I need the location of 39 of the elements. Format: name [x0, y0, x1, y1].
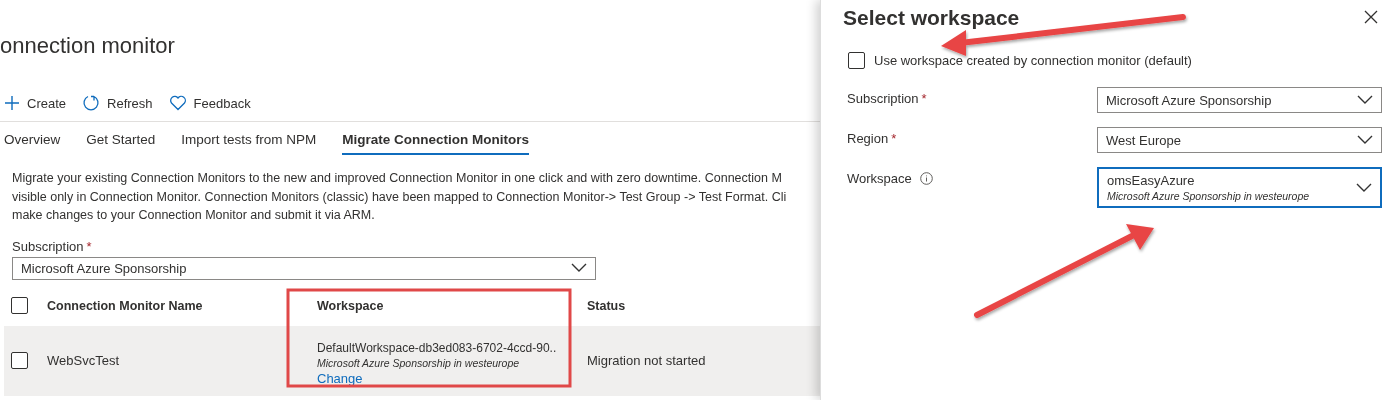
select-all-checkbox[interactable] [11, 297, 28, 314]
field-label: Region * [847, 131, 897, 146]
field-label: Subscription * [12, 238, 92, 254]
refresh-icon [82, 94, 101, 112]
column-header: Status [587, 299, 626, 313]
dropdown[interactable]: Microsoft Azure Sponsorship [1097, 87, 1382, 113]
change-link[interactable]: Change [317, 371, 363, 386]
description-line: make changes to your Connection Monitor and submit it via ARM. [12, 207, 375, 224]
field-label: Subscription * [847, 91, 927, 106]
field-label: Workspace [847, 171, 912, 186]
tab[interactable]: Import tests from NPM [181, 128, 317, 155]
toolbar-button[interactable]: Refresh [82, 94, 153, 112]
dropdown[interactable]: omsEasyAzure Microsoft Azure Sponsorship in westeurope [1097, 167, 1382, 208]
plus-icon [4, 95, 20, 111]
workspace-detail: Microsoft Azure Sponsorship in westeurope [317, 357, 520, 369]
tab[interactable]: Get Started [86, 128, 156, 155]
table-cell: WebSvcTest [47, 353, 119, 368]
description-line: Migrate your existing Connection Monitors to the new and improved Connection Monitor in one click and with zero downtime. Connection M [12, 170, 782, 187]
subscription-dropdown[interactable]: Microsoft Azure Sponsorship [12, 256, 596, 280]
chevron-down-icon [1357, 135, 1373, 145]
tab[interactable]: Migrate Connection Monitors [342, 128, 530, 155]
chevron-down-icon [1357, 95, 1373, 105]
checkbox-label: Use workspace created by connection monitor (default) [874, 53, 1192, 68]
heart-icon [168, 95, 187, 111]
tab[interactable]: Overview [4, 128, 61, 155]
table-cell: Migration not started [587, 353, 706, 368]
column-header: Connection Monitor Name [47, 299, 203, 313]
page-title: onnection monitor [0, 33, 175, 59]
dropdown[interactable]: West Europe [1097, 127, 1382, 153]
row-checkbox[interactable] [11, 352, 28, 369]
checkbox[interactable] [848, 52, 865, 69]
description-line: visible only in Connection Monitor. Connection Monitors (classic) have been mapped to Connection Monitor-> Test Group -> Test Format. Cli [12, 188, 787, 206]
toolbar-button[interactable]: Feedback [168, 95, 251, 111]
panel-title: Select workspace [843, 6, 1020, 30]
column-header: Workspace [317, 299, 384, 313]
toolbar-button[interactable]: Create [4, 95, 67, 111]
chevron-down-icon [1356, 182, 1372, 193]
chevron-down-icon [571, 263, 587, 273]
table-cell: DefaultWorkspace-db3ed083-6702-4ccd-90.. [317, 341, 557, 355]
